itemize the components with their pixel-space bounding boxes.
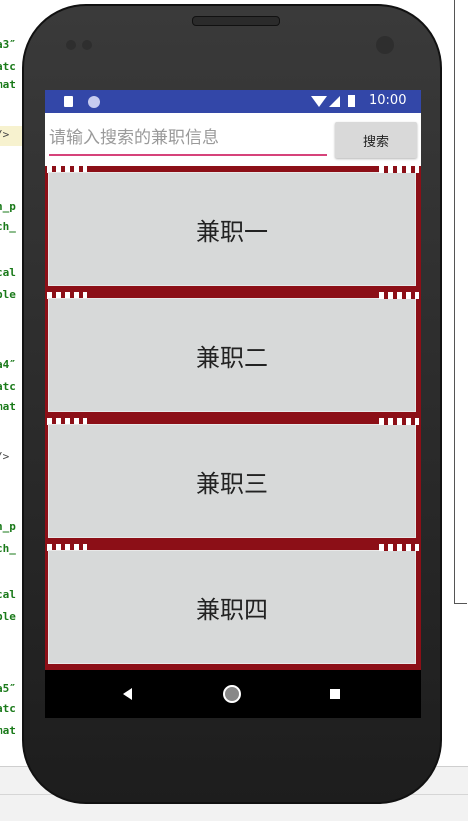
side-panel bbox=[454, 0, 467, 604]
job-item-label[interactable]: 兼职一 bbox=[48, 172, 416, 286]
code-line: ch_ bbox=[0, 542, 16, 555]
code-line: cal bbox=[0, 588, 16, 601]
code-line: ple bbox=[0, 610, 16, 623]
code-line: atc bbox=[0, 380, 16, 393]
job-list: 兼职一 兼职二 兼职三 兼职四 bbox=[45, 166, 421, 670]
code-line: ch_ bbox=[0, 220, 16, 233]
search-input[interactable] bbox=[49, 122, 327, 156]
circle-icon bbox=[88, 96, 100, 108]
code-line: /> bbox=[0, 128, 10, 141]
code-line: cal bbox=[0, 266, 16, 279]
navigation-bar bbox=[45, 670, 421, 718]
sensor-dot bbox=[66, 40, 76, 50]
job-item-label[interactable]: 兼职二 bbox=[48, 298, 416, 412]
front-camera bbox=[376, 36, 394, 54]
code-line: a3″ bbox=[0, 38, 16, 51]
job-item[interactable]: 兼职二 bbox=[45, 292, 421, 418]
app-screen: 10:00 搜索 兼职一 兼职二 兼职三 兼职四 bbox=[45, 90, 421, 718]
code-line: mat bbox=[0, 400, 16, 413]
code-line: n_p bbox=[0, 520, 16, 533]
code-line: a4″ bbox=[0, 358, 16, 371]
sd-card-icon bbox=[64, 96, 73, 107]
code-line: mat bbox=[0, 78, 16, 91]
code-line: a5″ bbox=[0, 682, 16, 695]
code-line: /> bbox=[0, 450, 10, 463]
status-clock: 10:00 bbox=[369, 93, 407, 108]
signal-icon bbox=[329, 96, 340, 107]
battery-icon bbox=[348, 95, 355, 107]
code-line: ple bbox=[0, 288, 16, 301]
job-item[interactable]: 兼职三 bbox=[45, 418, 421, 544]
home-icon[interactable] bbox=[223, 685, 241, 703]
job-item-label[interactable]: 兼职四 bbox=[48, 550, 416, 664]
code-line: mat bbox=[0, 724, 16, 737]
back-icon[interactable] bbox=[123, 688, 132, 700]
status-bar: 10:00 bbox=[45, 90, 421, 113]
code-line: atc bbox=[0, 702, 16, 715]
wifi-icon bbox=[311, 96, 327, 107]
job-item-label[interactable]: 兼职三 bbox=[48, 424, 416, 538]
recent-apps-icon[interactable] bbox=[330, 689, 340, 699]
speaker-grille bbox=[192, 16, 280, 26]
search-row: 搜索 bbox=[45, 118, 421, 162]
sensor-dot bbox=[82, 40, 92, 50]
search-button[interactable]: 搜索 bbox=[335, 122, 417, 158]
job-item[interactable]: 兼职四 bbox=[45, 544, 421, 670]
job-item[interactable]: 兼职一 bbox=[45, 166, 421, 292]
code-line: n_p bbox=[0, 200, 16, 213]
code-line: atc bbox=[0, 60, 16, 73]
